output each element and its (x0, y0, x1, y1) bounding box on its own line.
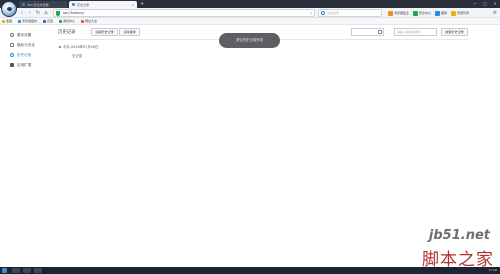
bookmark-item[interactable]: 网址大全 (81, 19, 97, 23)
history-search-input[interactable]: 请输入搜索关键字 (394, 28, 437, 36)
toolbar-item-translate[interactable]: 翻译 (435, 9, 447, 17)
sidebar-item-basic-settings[interactable]: 基本设置 (10, 30, 50, 40)
address-bar[interactable]: se://history/ ▾ (53, 9, 315, 17)
start-button-icon[interactable] (2, 268, 7, 273)
tab-history[interactable]: 历史记录 ✕ (69, 1, 137, 8)
toolbar-item-doctor[interactable]: 浏览器医生 (388, 9, 409, 17)
back-arrow-icon[interactable]: ‹ (19, 10, 25, 16)
refresh-icon[interactable]: ↻ (35, 10, 41, 16)
sidebar-item-label: 隐私与安全 (17, 42, 35, 47)
taskbar-items (12, 268, 42, 273)
clear-search-button[interactable]: 清除搜索 (119, 28, 140, 36)
lock-icon (10, 43, 14, 47)
sidebar-item-history[interactable]: 历史记录 (10, 50, 50, 60)
history-group-date: 今天-2016年07月18日 (59, 44, 98, 49)
system-tray-clock: 17:06 (488, 268, 497, 272)
settings-icon (10, 33, 14, 37)
grid-icon (10, 63, 14, 67)
bookmarks-bar: 收藏 手机收藏夹 百度 游戏中心 网址大全 (0, 18, 500, 25)
bookmark-item[interactable]: 手机收藏夹 (18, 19, 37, 23)
tab-close-icon[interactable]: ✕ (131, 3, 134, 7)
maximize-button[interactable]: ▢ (480, 0, 490, 7)
new-tab-button[interactable]: + (140, 1, 144, 7)
close-window-button[interactable]: ✕ (490, 0, 500, 7)
toolbar-item-login[interactable]: 登录管家 (451, 9, 469, 17)
baidu-icon (43, 19, 47, 23)
watermark: jb51.net 脚本之家 (396, 228, 496, 270)
search-placeholder: 点此搜索 (327, 11, 340, 15)
clear-history-button[interactable]: 清除历史记录 (91, 28, 118, 36)
tab-favicon-icon (22, 3, 25, 6)
translate-icon (435, 10, 441, 16)
history-icon (10, 53, 14, 57)
tab-strip: 360 安全浏览器 历史记录 ✕ + — ▢ ✕ (0, 0, 500, 17)
settings-sidebar: 基本设置 隐私与安全 历史记录 应用扩展 (10, 30, 50, 70)
empty-history-text: 无记录 (72, 54, 83, 58)
browser-logo-icon[interactable] (1, 1, 17, 17)
bullet-icon (59, 45, 61, 48)
minimize-button[interactable]: — (470, 0, 480, 7)
taskbar: 17:06 (0, 267, 500, 274)
forward-arrow-icon[interactable]: › (27, 10, 33, 16)
sites-icon (81, 19, 85, 23)
bookmark-item[interactable]: 游戏中心 (59, 19, 75, 23)
sidebar-item-label: 基本设置 (17, 32, 32, 37)
address-url[interactable]: se://history/ (63, 11, 84, 16)
security-shield-icon (56, 11, 60, 16)
tab-start[interactable]: 360 安全浏览器 (19, 1, 67, 8)
user-icon (451, 10, 457, 16)
phone-icon (18, 19, 22, 23)
sidebar-item-privacy[interactable]: 隐私与安全 (10, 40, 50, 50)
toast-notification: 清空历史记录完成 (219, 33, 280, 48)
taskbar-app-item[interactable] (23, 268, 31, 273)
home-icon[interactable]: ⌂ (43, 10, 49, 16)
toolbar: 浏览器医生 安全中心 翻译 登录管家 (388, 9, 469, 17)
search-icon (321, 11, 325, 15)
sidebar-item-label: 应用扩展 (17, 62, 32, 67)
sidebar-item-extensions[interactable]: 应用扩展 (10, 60, 50, 70)
sidebar-item-label: 历史记录 (17, 52, 32, 57)
toolbar-item-security[interactable]: 安全中心 (413, 9, 431, 17)
search-history-button[interactable]: 搜索历史记录 (441, 28, 468, 36)
watermark-text: jb51.net (428, 228, 490, 243)
search-input[interactable]: 点此搜索 (318, 9, 382, 17)
shield-icon (413, 10, 419, 16)
chevron-down-icon[interactable]: ▾ (310, 11, 312, 16)
page-title: 历史记录 (58, 30, 76, 35)
star-icon (2, 19, 5, 23)
tab-label: 360 安全浏览器 (27, 2, 49, 7)
tab-favicon-icon (72, 3, 75, 6)
calendar-icon[interactable] (378, 30, 382, 34)
taskbar-app-item[interactable] (34, 268, 42, 273)
group-date-label: 今天-2016年07月18日 (63, 45, 99, 49)
navigation-bar: ‹ › ↻ ⌂ se://history/ ▾ 点此搜索 浏览器医生 安全中心 … (0, 8, 500, 18)
window-controls: — ▢ ✕ (470, 0, 500, 7)
taskbar-app-item[interactable] (12, 268, 20, 273)
tab-label: 历史记录 (77, 2, 90, 7)
menu-icon[interactable]: ≡ (493, 10, 497, 16)
doctor-icon (388, 10, 393, 16)
game-icon (59, 19, 63, 23)
bookmark-item[interactable]: 收藏 (2, 19, 12, 23)
bookmark-item[interactable]: 百度 (43, 19, 53, 23)
date-filter-input[interactable] (351, 28, 384, 36)
